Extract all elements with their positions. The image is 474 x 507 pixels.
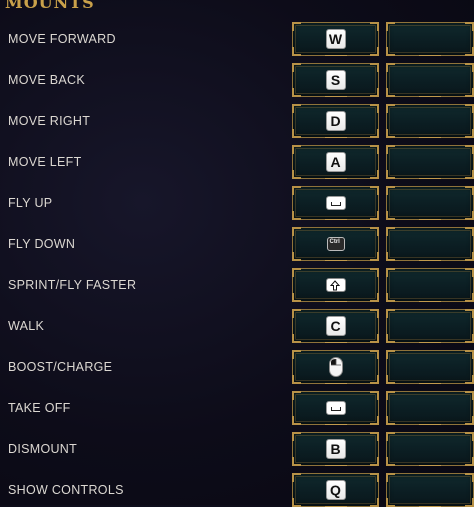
key-c-icon: C bbox=[325, 316, 346, 336]
primary-binding-slot[interactable] bbox=[292, 268, 379, 302]
key-q-icon: Q bbox=[325, 480, 346, 500]
binding-row-sprint-fly-faster: SPRINT/FLY FASTER bbox=[0, 268, 474, 302]
primary-binding-slot[interactable]: W bbox=[292, 22, 379, 56]
secondary-binding-slot[interactable] bbox=[386, 186, 474, 220]
binding-label: MOVE LEFT bbox=[8, 155, 82, 169]
primary-binding-slot[interactable]: A bbox=[292, 145, 379, 179]
binding-label: WALK bbox=[8, 319, 45, 333]
binding-row-dismount: DISMOUNT B bbox=[0, 432, 474, 466]
spacebar-icon bbox=[325, 196, 346, 210]
binding-label: SHOW CONTROLS bbox=[8, 483, 124, 497]
primary-binding-slot[interactable]: Ctrl bbox=[292, 227, 379, 261]
secondary-binding-slot[interactable] bbox=[386, 473, 474, 507]
secondary-binding-slot[interactable] bbox=[386, 145, 474, 179]
primary-binding-slot[interactable] bbox=[292, 391, 379, 425]
binding-row-boost-charge: BOOST/CHARGE bbox=[0, 350, 474, 384]
keybinding-list: MOVE FORWARD W MOVE BACK S MOVE RIGHT D bbox=[0, 0, 474, 507]
key-d-icon: D bbox=[325, 111, 346, 131]
binding-row-take-off: TAKE OFF bbox=[0, 391, 474, 425]
secondary-binding-slot[interactable] bbox=[386, 391, 474, 425]
binding-row-move-back: MOVE BACK S bbox=[0, 63, 474, 97]
binding-label: TAKE OFF bbox=[8, 401, 71, 415]
ctrl-key-icon: Ctrl bbox=[326, 237, 345, 251]
primary-binding-slot[interactable]: C bbox=[292, 309, 379, 343]
binding-label: DISMOUNT bbox=[8, 442, 78, 456]
key-s-icon: S bbox=[325, 70, 346, 90]
secondary-binding-slot[interactable] bbox=[386, 268, 474, 302]
binding-row-move-forward: MOVE FORWARD W bbox=[0, 22, 474, 56]
primary-binding-slot[interactable]: B bbox=[292, 432, 379, 466]
binding-label: MOVE RIGHT bbox=[8, 114, 91, 128]
binding-label: SPRINT/FLY FASTER bbox=[8, 278, 137, 292]
primary-binding-slot[interactable]: D bbox=[292, 104, 379, 138]
binding-row-move-left: MOVE LEFT A bbox=[0, 145, 474, 179]
secondary-binding-slot[interactable] bbox=[386, 227, 474, 261]
binding-row-show-controls: SHOW CONTROLS Q bbox=[0, 473, 474, 507]
binding-row-move-right: MOVE RIGHT D bbox=[0, 104, 474, 138]
secondary-binding-slot[interactable] bbox=[386, 104, 474, 138]
key-b-icon: B bbox=[325, 439, 346, 459]
primary-binding-slot[interactable]: S bbox=[292, 63, 379, 97]
binding-row-fly-up: FLY UP bbox=[0, 186, 474, 220]
binding-row-fly-down: FLY DOWN Ctrl bbox=[0, 227, 474, 261]
primary-binding-slot[interactable] bbox=[292, 186, 379, 220]
secondary-binding-slot[interactable] bbox=[386, 22, 474, 56]
binding-row-walk: WALK C bbox=[0, 309, 474, 343]
primary-binding-slot[interactable] bbox=[292, 350, 379, 384]
spacebar-icon bbox=[325, 401, 346, 415]
key-a-icon: A bbox=[325, 152, 346, 172]
secondary-binding-slot[interactable] bbox=[386, 432, 474, 466]
secondary-binding-slot[interactable] bbox=[386, 309, 474, 343]
key-w-icon: W bbox=[325, 29, 346, 49]
binding-label: FLY UP bbox=[8, 196, 53, 210]
secondary-binding-slot[interactable] bbox=[386, 63, 474, 97]
left-mouse-button-icon bbox=[328, 357, 343, 377]
binding-label: MOVE BACK bbox=[8, 73, 86, 87]
binding-label: MOVE FORWARD bbox=[8, 32, 116, 46]
shift-key-icon bbox=[325, 278, 346, 292]
primary-binding-slot[interactable]: Q bbox=[292, 473, 379, 507]
binding-label: FLY DOWN bbox=[8, 237, 76, 251]
binding-label: BOOST/CHARGE bbox=[8, 360, 113, 374]
secondary-binding-slot[interactable] bbox=[386, 350, 474, 384]
